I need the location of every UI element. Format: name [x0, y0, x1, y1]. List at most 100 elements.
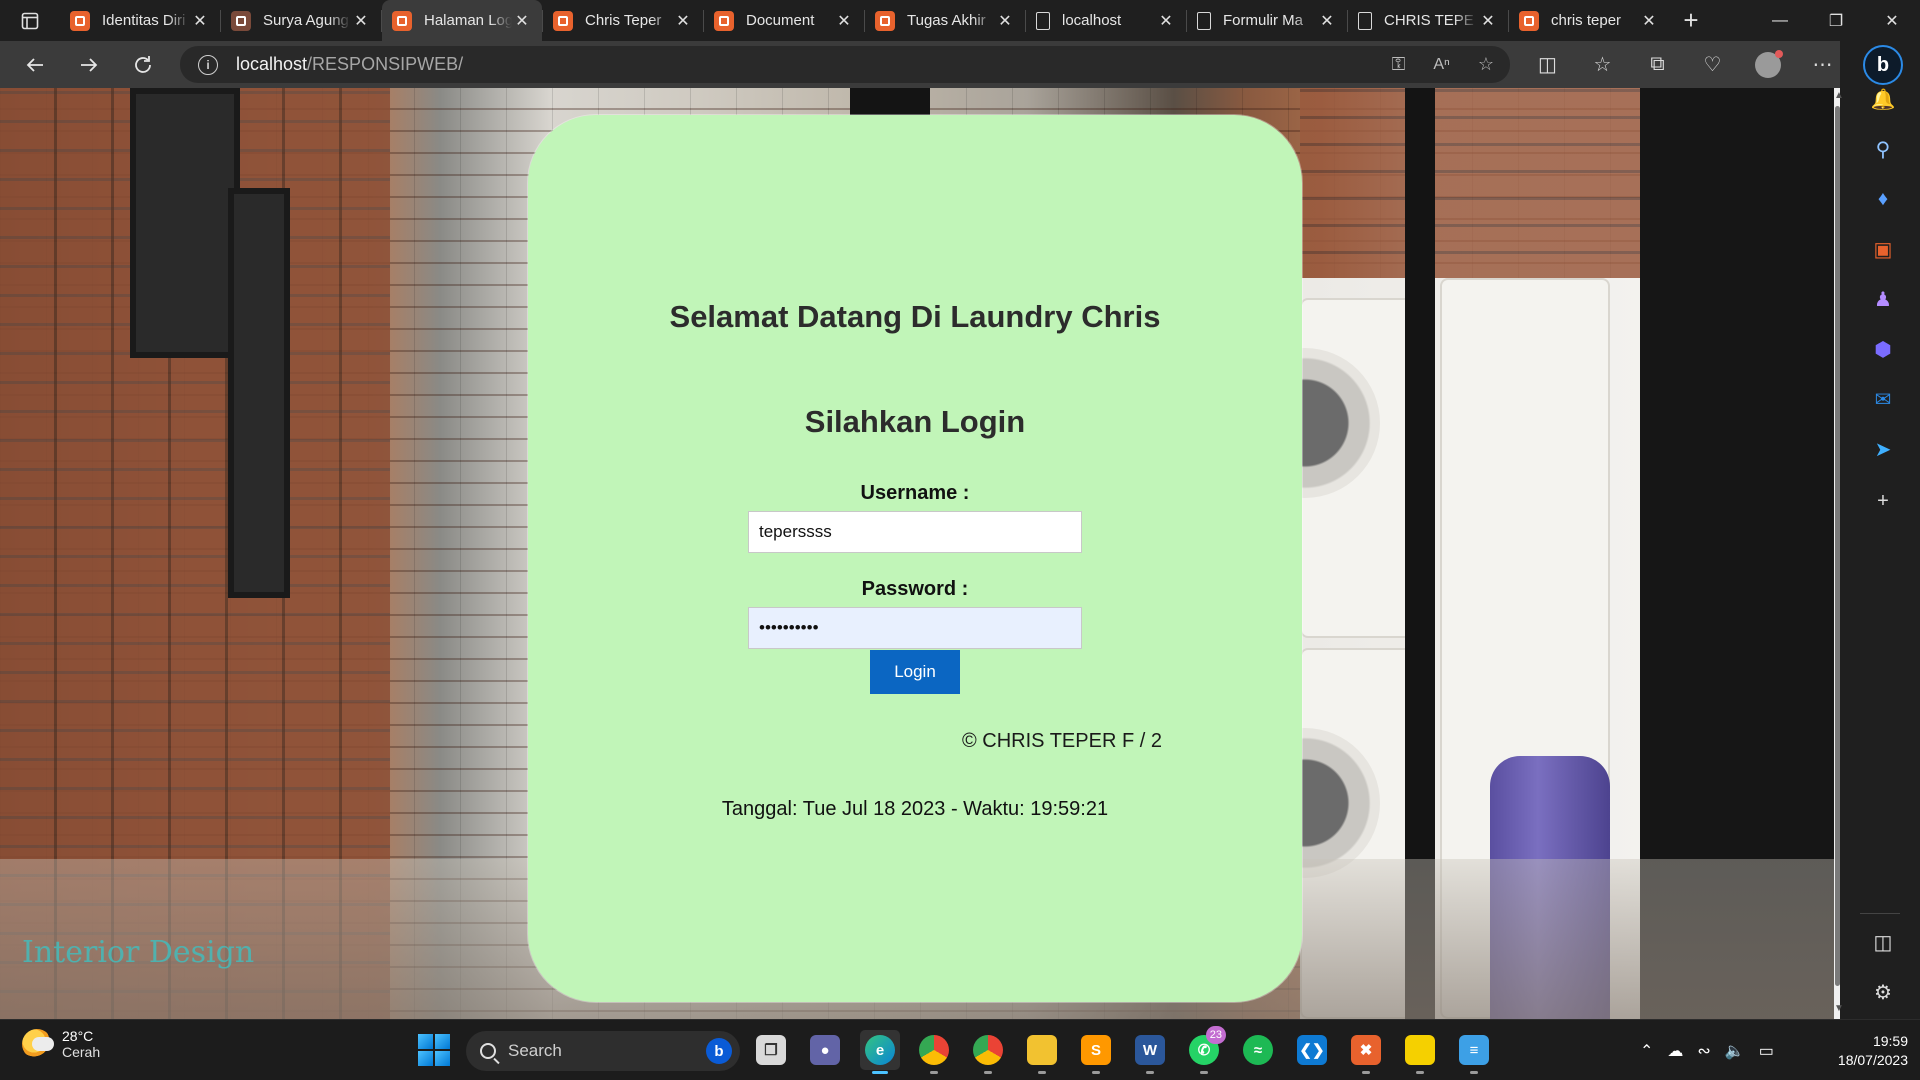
- search-icon[interactable]: ⚲: [1867, 133, 1899, 165]
- browser-essentials-icon[interactable]: ♡: [1685, 41, 1740, 88]
- favorites-icon[interactable]: ☆: [1575, 41, 1630, 88]
- tab-title: CHRIS TEPE: [1384, 12, 1474, 29]
- browser-tab[interactable]: Halaman Login✕: [382, 0, 542, 41]
- tab-close-icon[interactable]: ✕: [512, 11, 532, 31]
- tab-close-icon[interactable]: ✕: [673, 11, 693, 31]
- tab-title: Document: [746, 12, 815, 29]
- page-scrollbar[interactable]: ▲ ▼: [1834, 88, 1844, 1019]
- teams-chat-app[interactable]: ●: [805, 1030, 845, 1070]
- notification-bell-icon[interactable]: 🔔: [1867, 83, 1899, 115]
- puzzle-page-icon: [1036, 11, 1050, 30]
- tab-close-icon[interactable]: ✕: [995, 11, 1015, 31]
- tab-close-icon[interactable]: ✕: [1317, 11, 1337, 31]
- browser-tab[interactable]: localhost ✕: [1026, 0, 1186, 41]
- tab-close-icon[interactable]: ✕: [1156, 11, 1176, 31]
- xampp-icon: [714, 10, 734, 31]
- bing-chat-icon[interactable]: b: [1863, 45, 1903, 85]
- browser-tab[interactable]: Formulir Ma ✕: [1187, 0, 1347, 41]
- shopping-tag-icon[interactable]: ♦: [1867, 183, 1899, 215]
- drop-icon[interactable]: ➤: [1867, 433, 1899, 465]
- add-sidebar-app-icon[interactable]: +: [1867, 485, 1899, 517]
- show-hidden-icons-chevron-icon[interactable]: ⌃: [1640, 1041, 1653, 1061]
- wifi-icon[interactable]: ∾: [1697, 1041, 1710, 1061]
- browser-tab[interactable]: chris teper ✕: [1509, 0, 1669, 41]
- browser-tab[interactable]: Identitas Diri ✕: [60, 0, 220, 41]
- password-label: Password :: [861, 578, 969, 600]
- outlook-icon[interactable]: ✉: [1867, 383, 1899, 415]
- battery-icon[interactable]: ▭: [1759, 1041, 1774, 1061]
- chrome-app[interactable]: [914, 1030, 954, 1074]
- browser-tab[interactable]: Surya Agung ✕: [221, 0, 381, 41]
- tools-icon[interactable]: ▣: [1867, 233, 1899, 265]
- xampp-app[interactable]: ✖: [1346, 1030, 1386, 1074]
- hide-sidebar-icon[interactable]: ◫: [1867, 926, 1899, 958]
- tab-close-icon[interactable]: ✕: [190, 11, 210, 31]
- tab-close-icon[interactable]: ✕: [834, 11, 854, 31]
- scroll-up-arrow-icon[interactable]: ▲: [1834, 90, 1844, 104]
- address-bar[interactable]: i localhost/RESPONSIPWEB/ ⚿ Aⁿ ☆: [180, 46, 1510, 83]
- browser-tab[interactable]: Tugas Akhir ✕: [865, 0, 1025, 41]
- onedrive-cloud-icon[interactable]: ☁: [1667, 1041, 1683, 1061]
- file-explorer-app[interactable]: [1022, 1030, 1062, 1074]
- sublime-text-app[interactable]: S: [1076, 1030, 1116, 1074]
- page-icon: [1197, 11, 1211, 30]
- chrome-profile-app[interactable]: [968, 1030, 1008, 1074]
- tab-close-icon[interactable]: ✕: [1478, 11, 1498, 31]
- background-menu-board: [228, 188, 290, 598]
- favorite-star-icon[interactable]: ☆: [1478, 54, 1494, 75]
- browser-tab[interactable]: Document ✕: [704, 0, 864, 41]
- tab-close-icon[interactable]: ✕: [351, 11, 371, 31]
- site-info-icon[interactable]: i: [198, 54, 218, 75]
- word-app[interactable]: W: [1130, 1030, 1170, 1074]
- games-icon[interactable]: ♟: [1867, 283, 1899, 315]
- vscode-app[interactable]: ❮❯: [1292, 1030, 1332, 1070]
- task-view-app[interactable]: ❐: [751, 1030, 791, 1070]
- tab-title: Halaman Login: [424, 12, 512, 29]
- browser-tab[interactable]: CHRIS TEPE ✕: [1348, 0, 1508, 41]
- back-arrow-icon: [26, 57, 43, 72]
- login-button[interactable]: Login: [870, 650, 960, 694]
- spotify-app[interactable]: ≈: [1238, 1030, 1278, 1070]
- collections-icon[interactable]: ⧉: [1630, 41, 1685, 88]
- username-input[interactable]: teperssss: [748, 511, 1082, 553]
- weather-widget[interactable]: 28°C Cerah: [22, 1028, 100, 1060]
- notepad-app[interactable]: ≡: [1454, 1030, 1494, 1074]
- microsoft-365-icon[interactable]: ⬢: [1867, 333, 1899, 365]
- volume-icon[interactable]: 🔈: [1725, 1041, 1745, 1061]
- refresh-icon: [135, 55, 151, 73]
- profile-avatar[interactable]: [1740, 41, 1795, 88]
- sticky-notes-app[interactable]: [1400, 1030, 1440, 1074]
- edge-app[interactable]: e: [860, 1030, 900, 1074]
- taskbar-search[interactable]: Search b: [466, 1031, 740, 1071]
- close-window-button[interactable]: ✕: [1864, 0, 1920, 41]
- new-tab-button[interactable]: +: [1669, 0, 1713, 41]
- tab-title: Tugas Akhir: [907, 12, 986, 29]
- clock-date: 18/07/2023: [1837, 1052, 1908, 1068]
- forward-button[interactable]: [62, 45, 116, 85]
- split-screen-icon[interactable]: ◫: [1520, 41, 1575, 88]
- browser-tab[interactable]: Chris Teper ✕: [543, 0, 703, 41]
- chrome-profile-icon: [973, 1035, 1003, 1065]
- bing-icon: b: [706, 1038, 732, 1064]
- system-clock[interactable]: 19:59 18/07/2023: [1812, 1032, 1908, 1070]
- refresh-button[interactable]: [116, 45, 170, 85]
- key-icon[interactable]: ⚿: [1392, 54, 1406, 75]
- background-wall-frame: [130, 88, 240, 358]
- partly-sunny-icon: [22, 1029, 54, 1059]
- restore-button[interactable]: ❐: [1808, 0, 1864, 41]
- weather-temperature: 28°C: [62, 1028, 94, 1044]
- minimize-button[interactable]: —: [1752, 0, 1808, 41]
- tab-actions-button[interactable]: [0, 0, 60, 41]
- password-input[interactable]: ••••••••••: [748, 607, 1082, 649]
- start-button[interactable]: [418, 1034, 450, 1066]
- sidebar-settings-icon[interactable]: ⚙: [1867, 976, 1899, 1008]
- read-aloud-icon[interactable]: Aⁿ: [1433, 56, 1450, 74]
- whatsapp-app[interactable]: ✆ 23: [1184, 1026, 1226, 1074]
- back-button[interactable]: [8, 45, 62, 85]
- tab-title: localhost: [1062, 12, 1122, 29]
- tab-strip: Identitas Diri✕Surya Agung✕Halaman Login…: [0, 0, 1920, 41]
- scroll-down-arrow-icon[interactable]: ▼: [1834, 1003, 1844, 1017]
- tab-close-icon[interactable]: ✕: [1639, 11, 1659, 31]
- scrollbar-thumb[interactable]: [1835, 106, 1840, 986]
- task-view-icon: ❐: [756, 1035, 786, 1065]
